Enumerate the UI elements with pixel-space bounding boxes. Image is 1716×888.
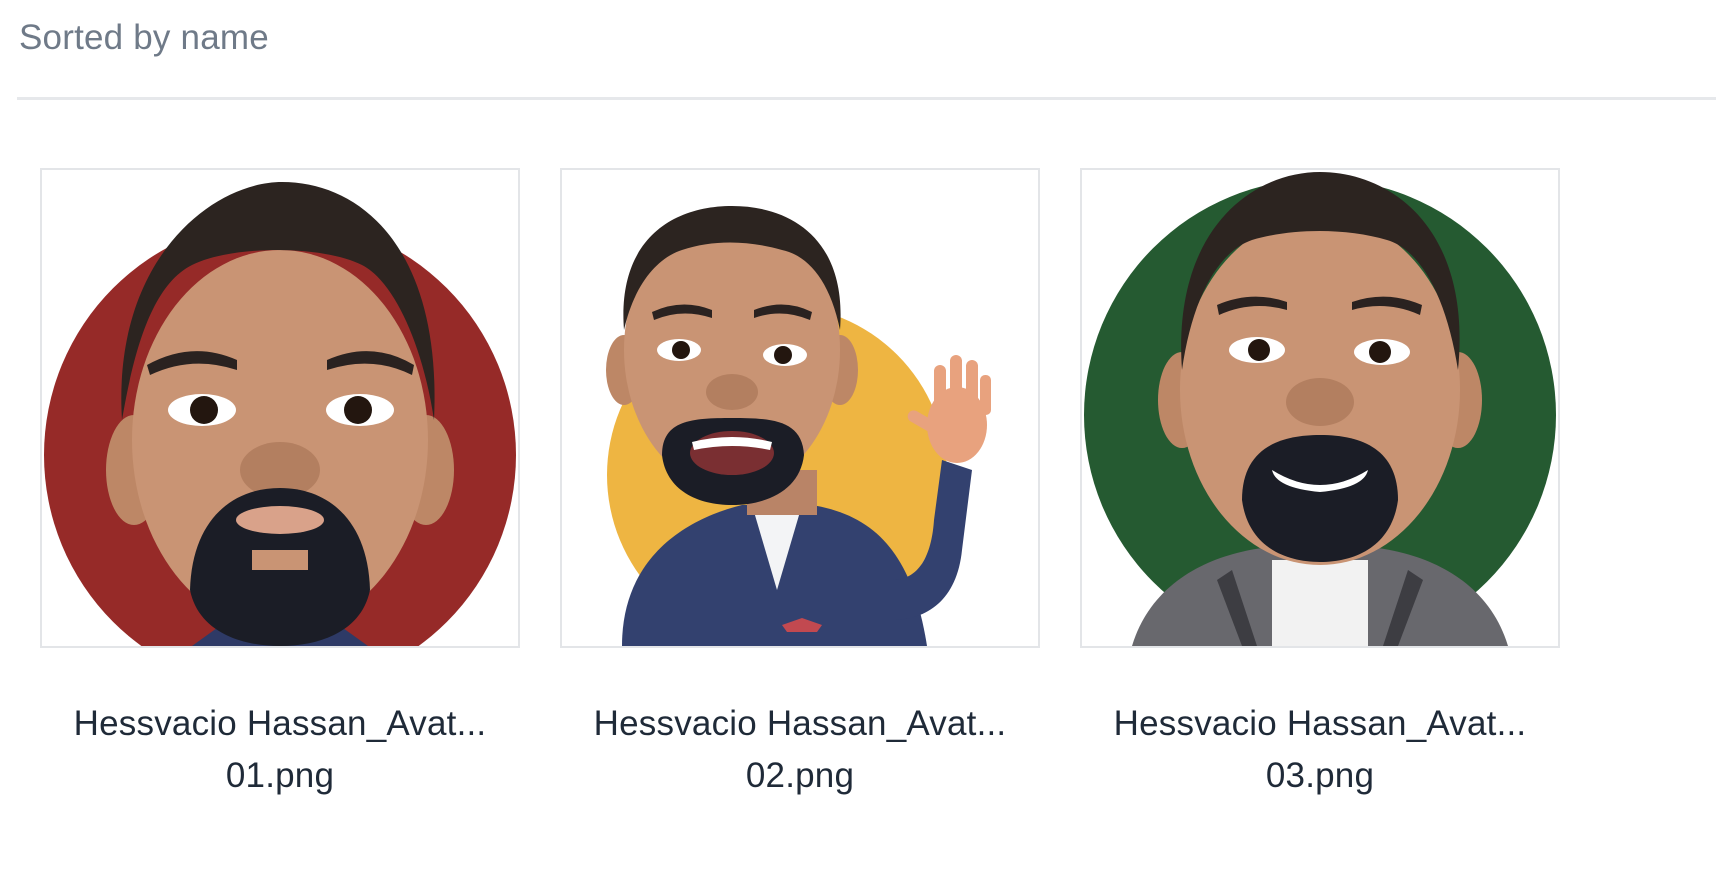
header-divider (17, 97, 1716, 100)
file-grid: Hessvacio Hassan_Avat... 01.png Hessvaci… (40, 168, 1700, 868)
file-name-line-2: 02.png (745, 756, 855, 795)
file-tile[interactable]: Hessvacio Hassan_Avat... 02.png (560, 168, 1040, 828)
avatar-image (606, 206, 991, 646)
file-name-line-1: Hessvacio Hassan_Avat... (593, 704, 1007, 743)
file-thumbnail[interactable] (560, 168, 1040, 648)
file-thumbnail[interactable] (40, 168, 520, 648)
file-name[interactable]: Hessvacio Hassan_Avat... 03.png (1060, 698, 1580, 802)
file-tile[interactable]: Hessvacio Hassan_Avat... 01.png (40, 168, 520, 828)
sort-label[interactable]: Sorted by name (19, 18, 269, 58)
avatar-image (1084, 172, 1556, 646)
file-name-line-1: Hessvacio Hassan_Avat... (73, 704, 487, 743)
file-name[interactable]: Hessvacio Hassan_Avat... 01.png (20, 698, 540, 802)
file-name-line-2: 03.png (1265, 756, 1375, 795)
file-name-line-2: 01.png (225, 756, 335, 795)
avatar-image (44, 182, 516, 646)
file-thumbnail[interactable] (1080, 168, 1560, 648)
file-name[interactable]: Hessvacio Hassan_Avat... 02.png (540, 698, 1060, 802)
file-tile[interactable]: Hessvacio Hassan_Avat... 03.png (1080, 168, 1560, 828)
file-name-line-1: Hessvacio Hassan_Avat... (1113, 704, 1527, 743)
